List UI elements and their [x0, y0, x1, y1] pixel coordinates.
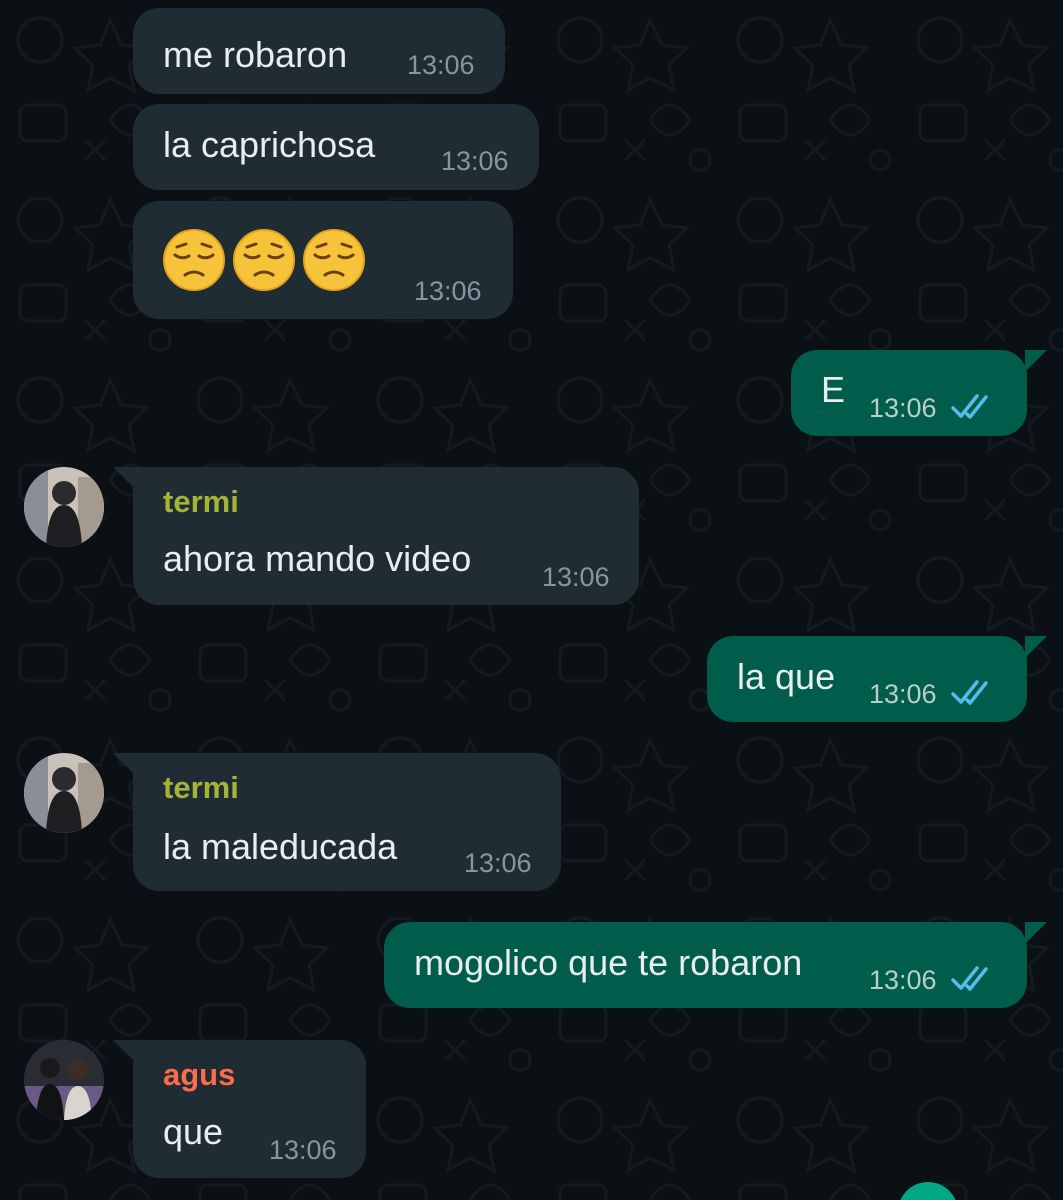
message-bubble-incoming[interactable]: me robaron 13:06: [133, 8, 505, 94]
message-bubble-incoming[interactable]: termi ahora mando video 13:06: [113, 467, 639, 605]
message-text: me robaron: [163, 34, 348, 75]
pensive-face-emoji: [233, 229, 295, 291]
message-text: que: [163, 1111, 224, 1152]
message-bubble-incoming[interactable]: 13:06: [133, 201, 513, 319]
message-time: 13:06: [869, 679, 937, 709]
read-receipt-icon: [951, 680, 988, 705]
message-text: la que: [737, 656, 836, 697]
message-text: la caprichosa: [163, 124, 376, 165]
avatar-termi[interactable]: [24, 753, 104, 833]
message-text: ahora mando video: [163, 538, 472, 579]
profile-photo-icon: [24, 753, 104, 833]
message-time: 13:06: [542, 562, 610, 592]
message-bubble-incoming[interactable]: termi la maleducada 13:06: [113, 753, 561, 891]
message-text: la maleducada: [163, 826, 398, 867]
sender-name[interactable]: agus: [163, 1058, 235, 1092]
message-time: 13:06: [869, 393, 937, 423]
pensive-face-emoji: [303, 229, 365, 291]
profile-photo-icon: [24, 467, 104, 547]
avatar-termi[interactable]: [24, 467, 104, 547]
scroll-to-bottom-button[interactable]: [898, 1182, 958, 1200]
profile-photo-icon: [24, 1040, 104, 1120]
read-receipt-icon: [951, 394, 988, 419]
pensive-face-emoji: [163, 229, 225, 291]
sender-name[interactable]: termi: [163, 771, 239, 805]
message-time: 13:06: [441, 146, 509, 176]
message-text: mogolico que te robaron: [414, 942, 803, 983]
message-bubble-outgoing[interactable]: mogolico que te robaron 13:06: [384, 922, 1047, 1008]
message-bubble-incoming[interactable]: la caprichosa 13:06: [133, 104, 539, 190]
sender-name[interactable]: termi: [163, 485, 239, 519]
message-text: E: [821, 369, 846, 410]
message-bubble-incoming[interactable]: agus que 13:06: [113, 1040, 366, 1178]
message-time: 13:06: [464, 848, 532, 878]
message-time: 13:06: [414, 276, 482, 306]
message-time: 13:06: [407, 50, 475, 80]
message-time: 13:06: [269, 1135, 337, 1165]
message-bubble-outgoing[interactable]: E 13:06: [791, 350, 1047, 436]
avatar-agus[interactable]: [24, 1040, 104, 1120]
chat-area[interactable]: me robaron 13:06 la caprichosa 13:06 13:…: [0, 0, 1063, 1200]
read-receipt-icon: [951, 966, 988, 991]
message-time: 13:06: [869, 965, 937, 995]
message-bubble-outgoing[interactable]: la que 13:06: [707, 636, 1047, 722]
